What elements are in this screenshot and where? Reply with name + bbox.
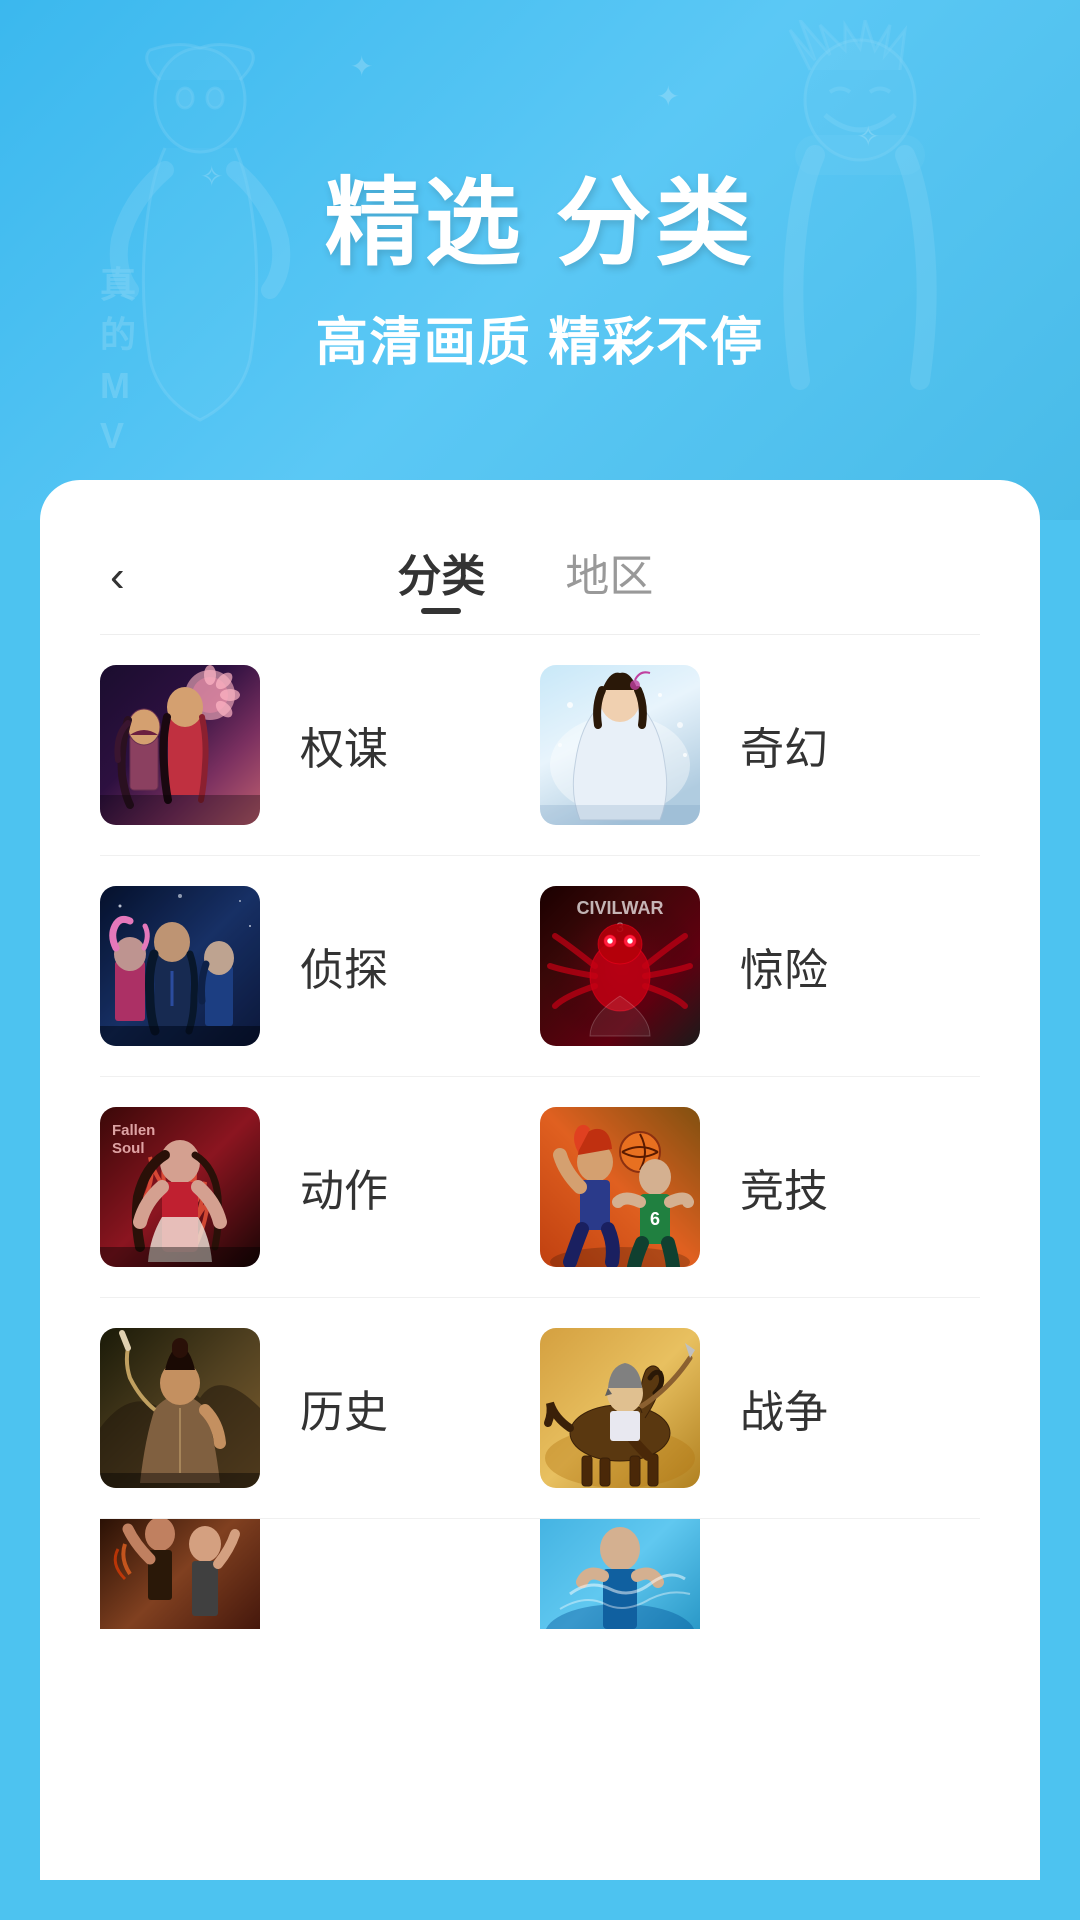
label-jingxian: 惊险 bbox=[740, 934, 828, 998]
category-item-quanmou[interactable]: 权谋 bbox=[100, 665, 540, 825]
category-item-jingxian[interactable]: CIVILWAR 3 bbox=[540, 886, 980, 1046]
svg-text:CIVILWAR: CIVILWAR bbox=[576, 898, 663, 918]
category-item-qihuan[interactable]: 奇幻 bbox=[540, 665, 980, 825]
category-item-partial-right[interactable] bbox=[540, 1519, 980, 1629]
thumb-partial-right bbox=[540, 1519, 700, 1629]
label-zhanzheng: 战争 bbox=[740, 1376, 828, 1440]
sparkle-2: ✧ bbox=[857, 120, 880, 153]
partial-left-art bbox=[100, 1519, 260, 1629]
category-row-2: 侦探 bbox=[100, 856, 980, 1077]
thumb-jingxian: CIVILWAR 3 bbox=[540, 886, 700, 1046]
qihuan-art bbox=[540, 665, 700, 825]
zhanzheng-art bbox=[540, 1328, 700, 1488]
jingji-art: 6 bbox=[540, 1107, 700, 1267]
label-jingji: 竞技 bbox=[740, 1155, 828, 1219]
category-item-lishi[interactable]: 历史 bbox=[100, 1328, 540, 1488]
label-quanmou: 权谋 bbox=[300, 713, 388, 777]
thumb-qihuan bbox=[540, 665, 700, 825]
tab-fenlei-label: 分类 bbox=[397, 552, 485, 601]
sparkle-1: ✦ bbox=[657, 80, 680, 113]
category-row-3: Fallen Soul bbox=[100, 1077, 980, 1298]
lishi-art bbox=[100, 1328, 260, 1488]
category-item-zhanzheng[interactable]: 战争 bbox=[540, 1328, 980, 1488]
category-row-4: 历史 bbox=[100, 1298, 980, 1519]
main-card: ‹ 分类 地区 bbox=[40, 480, 1040, 1880]
label-lishi: 历史 bbox=[300, 1376, 388, 1440]
thumb-jingji: 6 bbox=[540, 1107, 700, 1267]
thumb-quanmou bbox=[100, 665, 260, 825]
svg-text:Fallen: Fallen bbox=[112, 1122, 155, 1139]
tab-container: 分类 地区 bbox=[135, 540, 916, 614]
label-dongzuo: 动作 bbox=[300, 1155, 388, 1219]
category-item-zhentan[interactable]: 侦探 bbox=[100, 886, 540, 1046]
back-button[interactable]: ‹ bbox=[100, 545, 135, 609]
sparkle-4: ✧ bbox=[200, 160, 223, 193]
thumb-zhentan bbox=[100, 886, 260, 1046]
thumb-zhanzheng bbox=[540, 1328, 700, 1488]
manga-watermark: 真的MV bbox=[100, 260, 136, 462]
tab-fenlei[interactable]: 分类 bbox=[397, 540, 485, 614]
category-row-5-partial bbox=[100, 1519, 980, 1629]
label-zhentan: 侦探 bbox=[300, 934, 388, 998]
category-item-dongzuo[interactable]: Fallen Soul bbox=[100, 1107, 540, 1267]
partial-right-art bbox=[540, 1519, 700, 1629]
svg-text:Soul: Soul bbox=[112, 1140, 145, 1157]
thumb-partial-left bbox=[100, 1519, 260, 1629]
thumb-lishi bbox=[100, 1328, 260, 1488]
hero-section: 真的MV ✦ ✧ ✦ ✧ 精选 分类 高清画质 精彩不停 bbox=[0, 0, 1080, 520]
card-header: ‹ 分类 地区 bbox=[40, 500, 1040, 634]
category-list: 权谋 bbox=[40, 635, 1040, 1629]
jingxian-art: CIVILWAR 3 bbox=[540, 886, 700, 1046]
zhentan-art bbox=[100, 886, 260, 1046]
hero-subtitle: 高清画质 精彩不停 bbox=[316, 300, 764, 375]
category-item-jingji[interactable]: 6 竞技 bbox=[540, 1107, 980, 1267]
tab-diqu[interactable]: 地区 bbox=[565, 540, 653, 614]
svg-text:6: 6 bbox=[650, 1209, 660, 1229]
dongzuo-art: Fallen Soul bbox=[100, 1107, 260, 1267]
category-item-partial-left[interactable] bbox=[100, 1519, 540, 1629]
hero-title: 精选 分类 bbox=[325, 145, 756, 284]
category-row-1: 权谋 bbox=[100, 635, 980, 856]
label-qihuan: 奇幻 bbox=[740, 713, 828, 777]
thumb-dongzuo: Fallen Soul bbox=[100, 1107, 260, 1267]
sparkle-3: ✦ bbox=[350, 50, 373, 83]
tab-diqu-label: 地区 bbox=[565, 552, 653, 601]
quanmou-art bbox=[100, 665, 260, 825]
